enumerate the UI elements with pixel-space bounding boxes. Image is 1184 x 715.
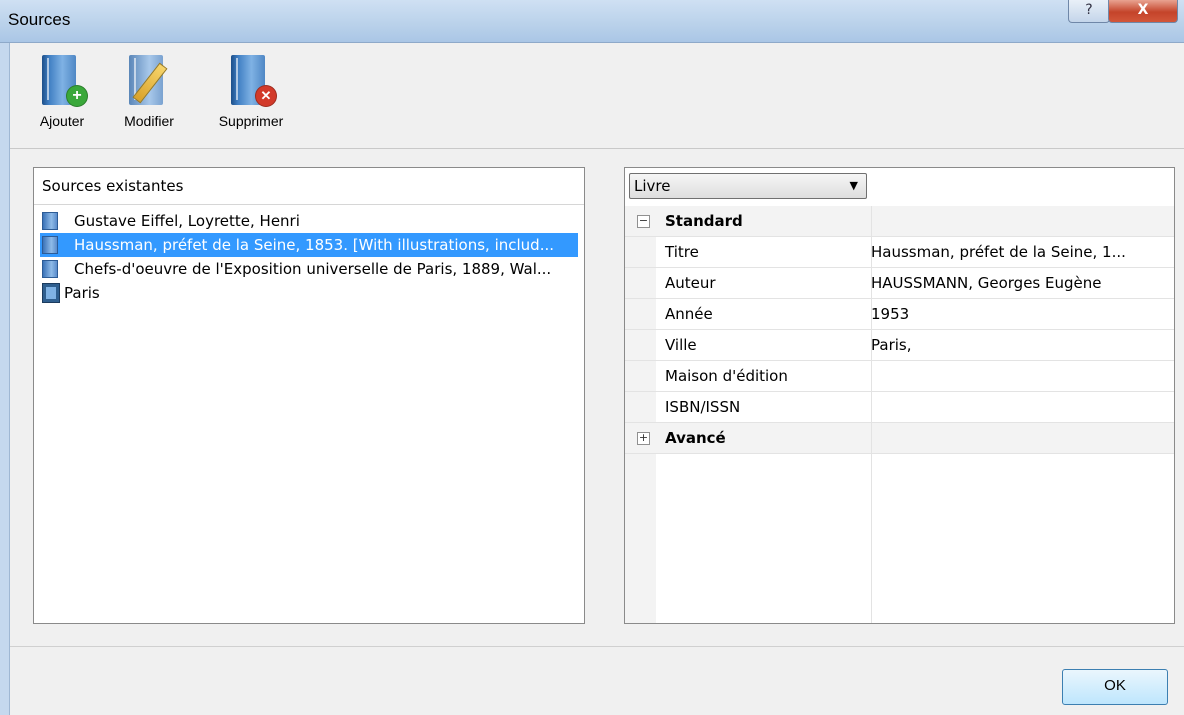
list-item[interactable]: Paris bbox=[40, 281, 578, 305]
title-bar: Sources ? X bbox=[0, 0, 1184, 43]
property-value[interactable]: Paris, bbox=[871, 330, 1171, 360]
close-button[interactable]: X bbox=[1108, 0, 1178, 23]
help-button[interactable]: ? bbox=[1068, 0, 1110, 23]
property-grid: − Standard Titre Haussman, préfet de la … bbox=[625, 206, 1174, 454]
grid-column-divider[interactable] bbox=[871, 206, 872, 623]
add-source-icon: + bbox=[42, 55, 88, 107]
source-type-select[interactable]: Livre ▼ bbox=[629, 173, 867, 199]
expand-icon[interactable]: + bbox=[637, 432, 650, 445]
list-item[interactable]: Gustave Eiffel, Loyrette, Henri bbox=[40, 209, 578, 233]
list-item-selected[interactable]: Haussman, préfet de la Seine, 1853. [Wit… bbox=[40, 233, 578, 257]
sources-header: Sources existantes bbox=[34, 168, 584, 205]
category-label: Standard bbox=[665, 212, 743, 230]
category-advanced[interactable]: + Avancé bbox=[625, 423, 1174, 454]
property-key: Maison d'édition bbox=[665, 367, 788, 385]
window-frame-left bbox=[0, 43, 10, 715]
source-type-value: Livre bbox=[634, 177, 671, 195]
delete-button[interactable]: ✕ Supprimer bbox=[206, 55, 296, 129]
list-item-label: Paris bbox=[64, 284, 100, 302]
details-panel: Livre ▼ − Standard Titre Haussman, préfe… bbox=[624, 167, 1175, 624]
property-value[interactable]: HAUSSMANN, Georges Eugène bbox=[871, 268, 1171, 298]
film-icon bbox=[42, 283, 60, 303]
footer-divider bbox=[10, 646, 1184, 647]
property-row[interactable]: Ville Paris, bbox=[625, 330, 1174, 361]
property-value[interactable]: 1953 bbox=[871, 299, 1171, 329]
property-row[interactable]: Année 1953 bbox=[625, 299, 1174, 330]
property-key: Ville bbox=[665, 336, 697, 354]
list-item-label: Haussman, préfet de la Seine, 1853. [Wit… bbox=[74, 236, 554, 254]
delete-button-label: Supprimer bbox=[218, 113, 284, 129]
property-key: Titre bbox=[665, 243, 699, 261]
list-item-label: Gustave Eiffel, Loyrette, Henri bbox=[74, 212, 300, 230]
sources-panel: Sources existantes Gustave Eiffel, Loyre… bbox=[33, 167, 585, 624]
property-row[interactable]: Auteur HAUSSMANN, Georges Eugène bbox=[625, 268, 1174, 299]
window-title: Sources bbox=[8, 10, 71, 29]
sources-list: Gustave Eiffel, Loyrette, Henri Haussman… bbox=[34, 205, 584, 305]
add-button-label: Ajouter bbox=[39, 113, 85, 129]
property-row[interactable]: Titre Haussman, préfet de la Seine, 1... bbox=[625, 237, 1174, 268]
book-icon bbox=[42, 260, 58, 278]
delete-source-icon: ✕ bbox=[231, 55, 277, 107]
property-key: ISBN/ISSN bbox=[665, 398, 741, 416]
collapse-icon[interactable]: − bbox=[637, 215, 650, 228]
property-row[interactable]: ISBN/ISSN bbox=[625, 392, 1174, 423]
chevron-down-icon: ▼ bbox=[849, 179, 858, 192]
property-row[interactable]: Maison d'édition bbox=[625, 361, 1174, 392]
ok-button[interactable]: OK bbox=[1062, 669, 1168, 705]
toolbar: + Ajouter Modifier ✕ Supprimer bbox=[10, 43, 1184, 149]
category-standard[interactable]: − Standard bbox=[625, 206, 1174, 237]
edit-source-icon bbox=[129, 55, 169, 107]
list-item[interactable]: Chefs-d'oeuvre de l'Exposition universel… bbox=[40, 257, 578, 281]
property-key: Année bbox=[665, 305, 713, 323]
category-label: Avancé bbox=[665, 429, 726, 447]
list-item-label: Chefs-d'oeuvre de l'Exposition universel… bbox=[74, 260, 552, 278]
book-icon bbox=[42, 236, 58, 254]
edit-button-label: Modifier bbox=[124, 113, 174, 129]
book-icon bbox=[42, 212, 58, 230]
property-key: Auteur bbox=[665, 274, 716, 292]
property-value[interactable]: Haussman, préfet de la Seine, 1... bbox=[871, 237, 1171, 267]
add-button[interactable]: + Ajouter bbox=[32, 55, 92, 129]
edit-button[interactable]: Modifier bbox=[114, 55, 184, 129]
